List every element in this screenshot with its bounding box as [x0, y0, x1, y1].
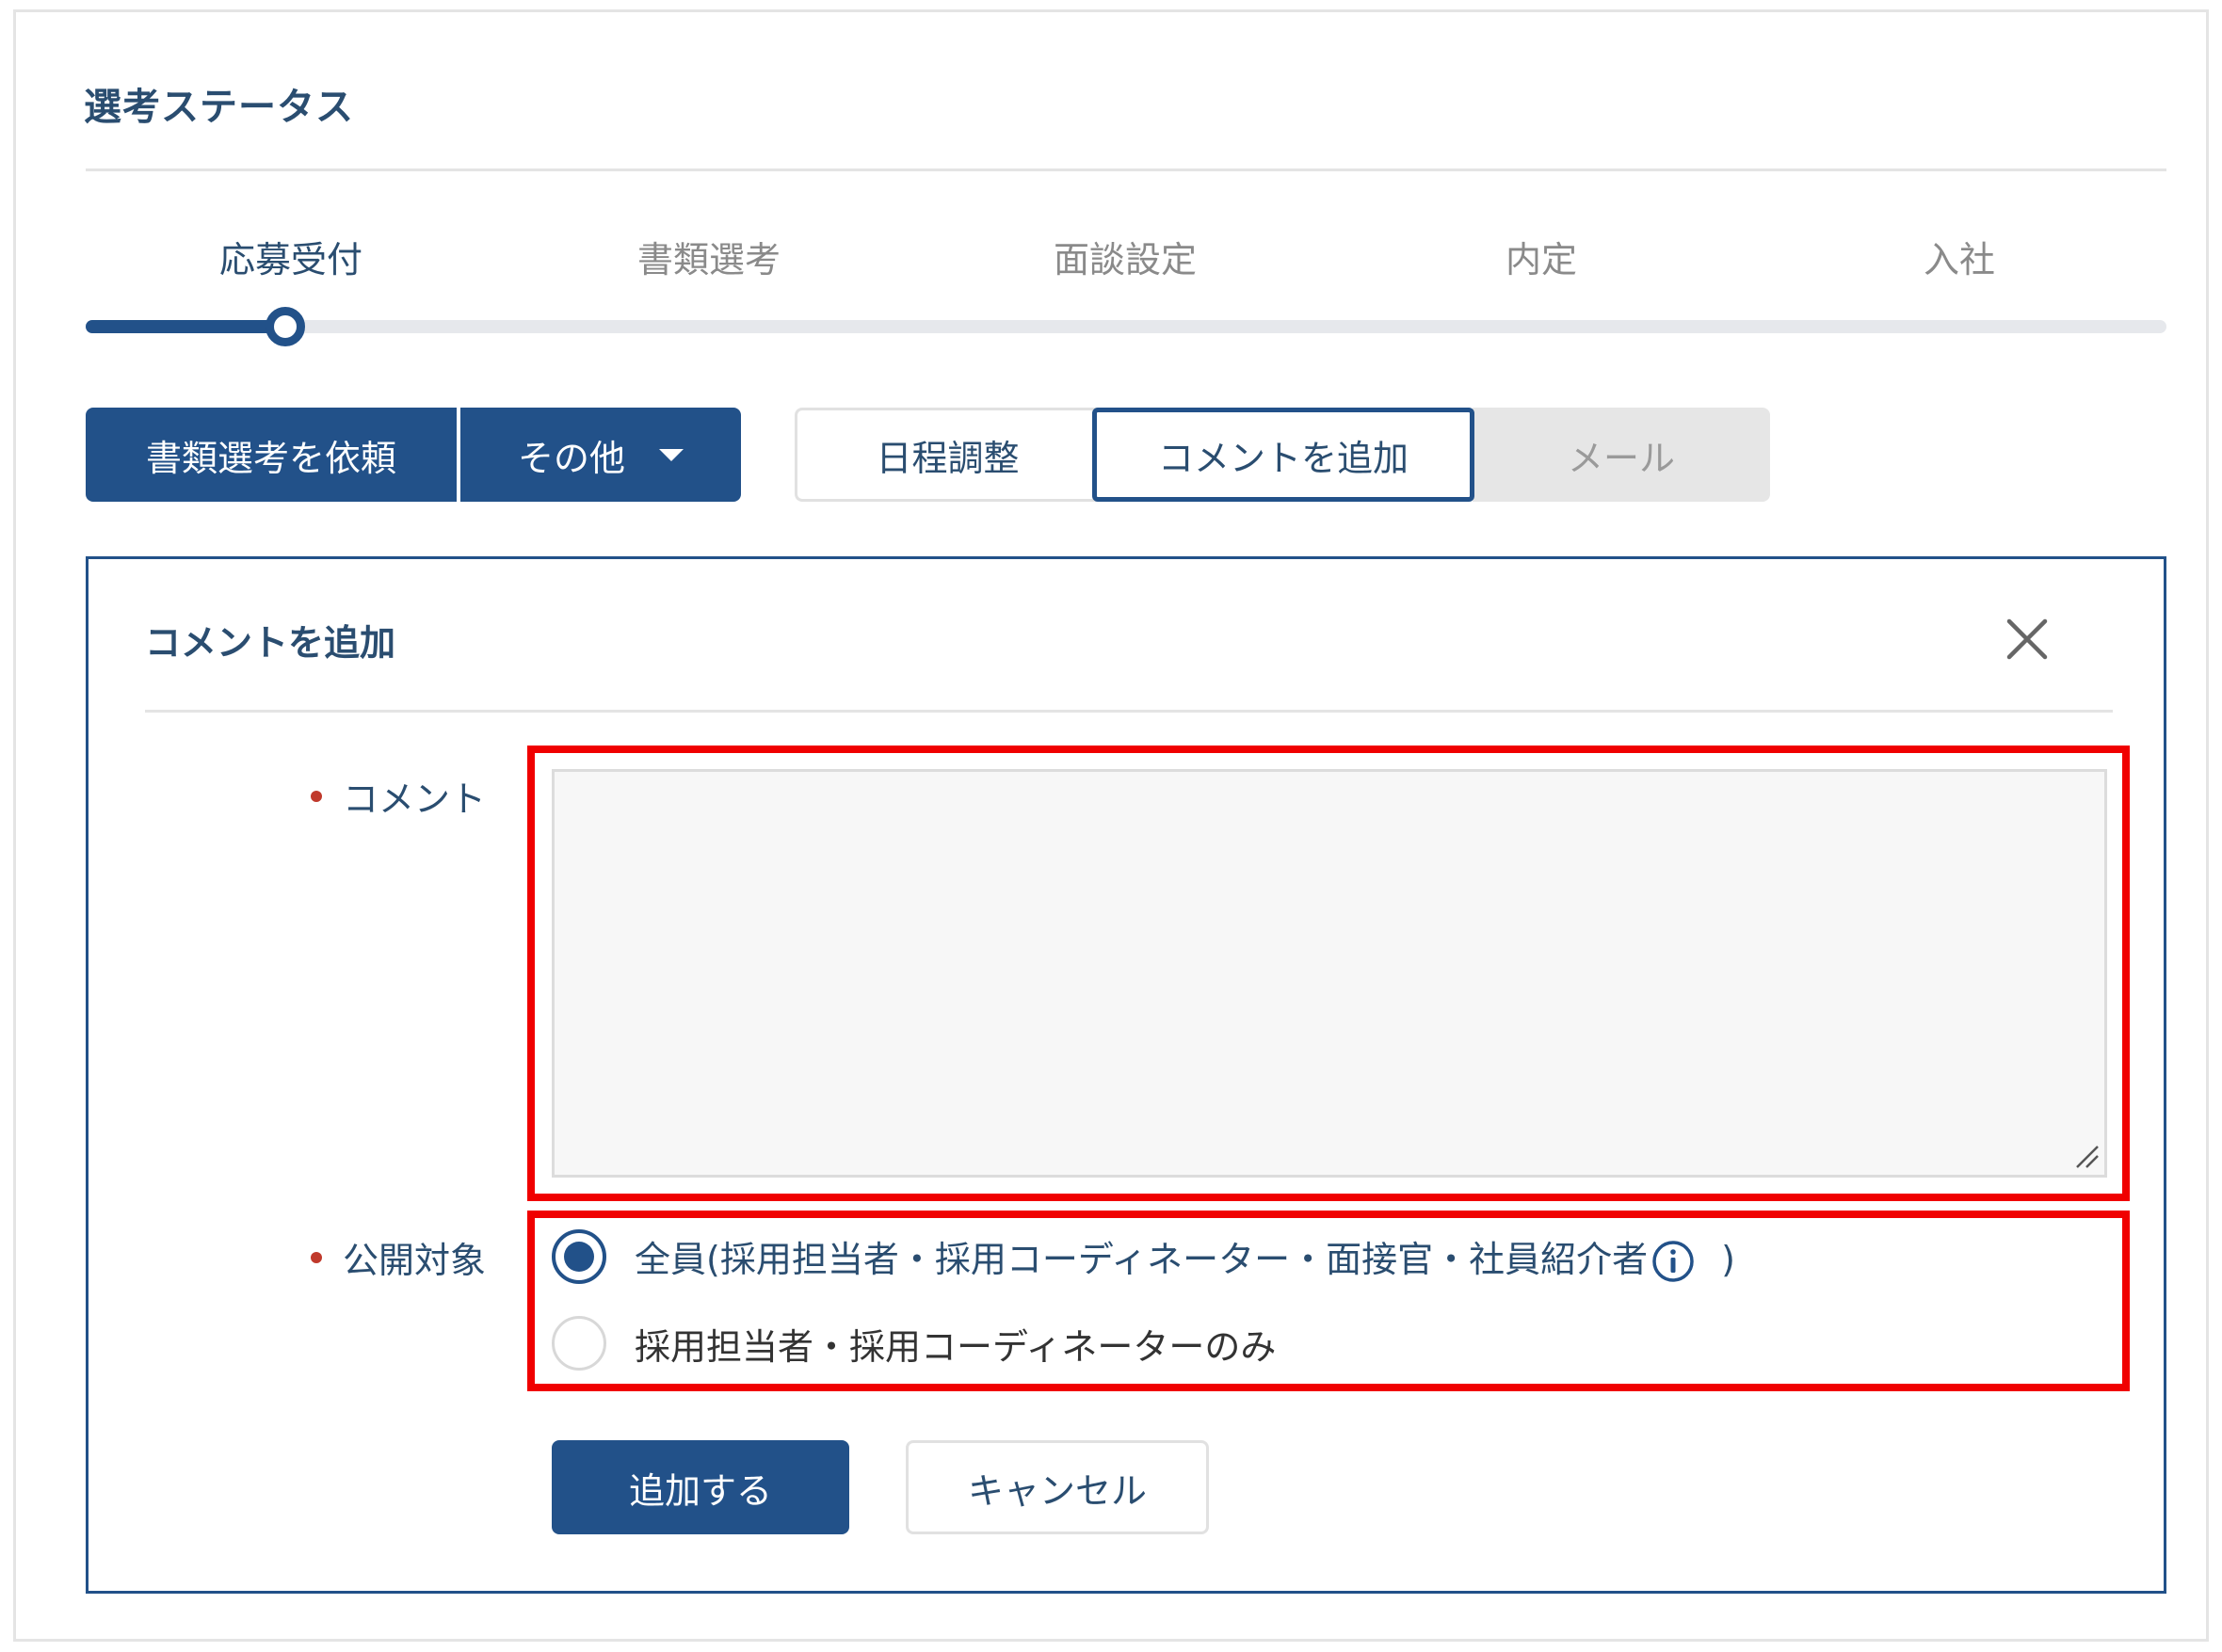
visibility-field-label: 公開対象 [311, 1231, 486, 1283]
step-document-screening[interactable]: 書類選考 [568, 231, 850, 282]
comment-label-text: コメント [343, 778, 487, 820]
info-icon[interactable] [1651, 1240, 1695, 1283]
cancel-button[interactable]: キャンセル [906, 1440, 1209, 1534]
page-title: 選考ステータス [84, 86, 354, 129]
step-interview-setup[interactable]: 面談設定 [984, 231, 1266, 282]
panel-divider [145, 710, 2113, 713]
other-dropdown-label: その他 [517, 437, 625, 479]
add-comment-panel: コメントを追加 コメント 公開対象 全員(採用担当者・採用コーディネーター・面接… [86, 556, 2166, 1594]
panel-title: コメントを追加 [145, 622, 396, 664]
visibility-option-all-label: 全員(採用担当者・採用コーディネーター・面接官・社員紹介者 [635, 1238, 1649, 1280]
other-dropdown-button[interactable]: その他 [460, 408, 741, 502]
step-joining[interactable]: 入社 [1818, 231, 2101, 282]
comment-field-label: コメント [311, 770, 486, 822]
selection-status-card: 選考ステータス 応募受付 書類選考 面談設定 内定 入社 書類選考を依頼 その他… [13, 9, 2209, 1642]
caret-down-icon [659, 448, 684, 461]
visibility-option-all-suffix: ) [1721, 1238, 1735, 1280]
step-application-received[interactable]: 応募受付 [150, 231, 432, 282]
comment-textarea[interactable] [552, 769, 2107, 1178]
required-marker [311, 790, 322, 802]
progress-knob[interactable] [266, 307, 305, 346]
step-offer[interactable]: 内定 [1400, 231, 1683, 282]
required-marker [311, 1251, 322, 1263]
close-icon[interactable] [2002, 614, 2053, 665]
title-divider [86, 168, 2166, 171]
submit-button[interactable]: 追加する [552, 1440, 849, 1534]
schedule-button[interactable]: 日程調整 [795, 408, 1098, 502]
mail-button[interactable]: メール [1473, 408, 1770, 502]
resize-handle-icon[interactable] [2073, 1143, 2100, 1169]
add-comment-tab-button[interactable]: コメントを追加 [1092, 408, 1474, 502]
visibility-option-recruiters-label: 採用担当者・採用コーディネーターのみ [635, 1325, 1277, 1368]
radio-recruiters[interactable] [552, 1316, 606, 1371]
radio-all[interactable] [552, 1229, 606, 1284]
progress-track [86, 320, 2166, 333]
visibility-option-recruiters[interactable]: 採用担当者・採用コーディネーターのみ [552, 1316, 1276, 1371]
progress-fill [86, 320, 289, 333]
visibility-label-text: 公開対象 [343, 1240, 487, 1281]
request-screening-button[interactable]: 書類選考を依頼 [86, 408, 457, 502]
visibility-option-all[interactable]: 全員(採用担当者・採用コーディネーター・面接官・社員紹介者) [552, 1229, 1735, 1284]
